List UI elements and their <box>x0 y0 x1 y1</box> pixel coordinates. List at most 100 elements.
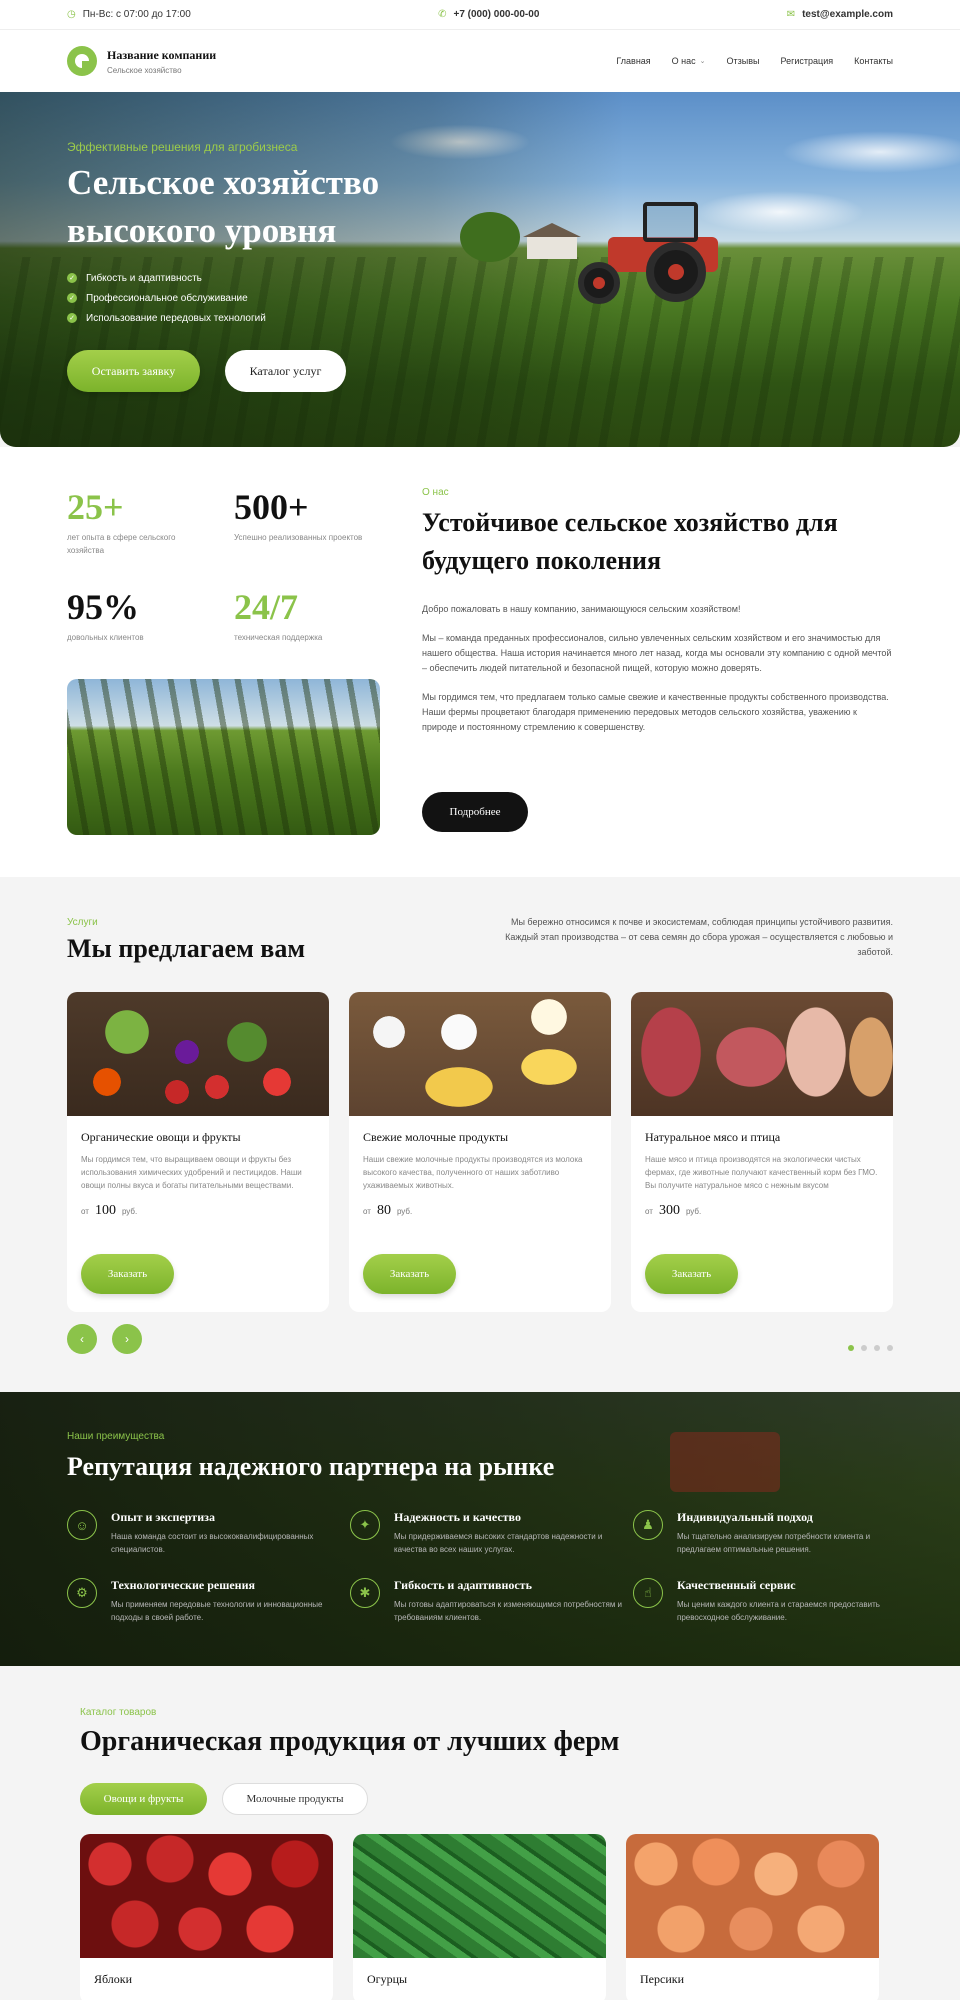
services-description: Мы бережно относимся к почве и экосистем… <box>505 917 893 957</box>
nav-item-contacts[interactable]: Контакты <box>854 56 893 66</box>
advantage-text: Мы ценим каждого клиента и стараемся пре… <box>677 1600 880 1622</box>
advantages-title: Репутация надежного партнера на рынке <box>67 1452 555 1481</box>
advantage-title: Технологические решения <box>111 1578 255 1592</box>
email-text: test@example.com <box>802 9 893 20</box>
price-value: 100 <box>94 1203 116 1218</box>
person-icon: ♟ <box>633 1510 663 1540</box>
price-currency: руб. <box>396 1207 413 1216</box>
nav-item-home[interactable]: Главная <box>616 56 650 66</box>
hero-feature-text: Гибкость и адаптивность <box>86 272 202 284</box>
advantages-section: Наши преимущества Репутация надежного па… <box>0 1392 960 1666</box>
tractor-cab <box>643 202 698 242</box>
expert-icon: ☺ <box>67 1510 97 1540</box>
nav-item-about[interactable]: О нас ⌄ <box>672 56 706 66</box>
service-card: Органические овощи и фрукты Мы гордимся … <box>67 992 329 1312</box>
hero-title-line2: высокого уровня <box>67 211 337 250</box>
hero-kicker: Эффективные решения для агробизнеса <box>67 140 298 154</box>
advantage-item: ♟ Индивидуальный подход Мы тщательно анал… <box>633 1510 893 1556</box>
hero-buttons: Оставить заявку Каталог услуг <box>67 350 379 392</box>
main-nav: Главная О нас ⌄ Отзывы Регистрация Контак… <box>616 56 893 66</box>
hero-content: Эффективные решения для агробизнеса Сель… <box>67 140 379 392</box>
stat-item: 500+ Успешно реализованных проектов <box>234 487 384 557</box>
stats-grid: 25+ лет опыта в сфере сельского хозяйств… <box>67 487 387 644</box>
advantage-title: Гибкость и адаптивность <box>394 1578 532 1592</box>
service-card: Свежие молочные продукты Наши свежие мол… <box>349 992 611 1312</box>
pagination-dot[interactable] <box>848 1345 854 1351</box>
field-photo <box>67 679 380 835</box>
phone-link[interactable]: ✆ +7 (000) 000-00-00 <box>438 9 539 20</box>
service-text: Наши свежие молочные продукты производят… <box>363 1155 583 1190</box>
hero-feature: ✓ Гибкость и адаптивность <box>67 268 379 288</box>
advantage-text: Мы придерживаемся высоких стандартов над… <box>394 1532 603 1554</box>
check-icon: ✓ <box>67 273 77 283</box>
farmhouse-image <box>523 223 581 259</box>
hero-banner: Эффективные решения для агробизнеса Сель… <box>0 92 960 447</box>
advantage-item: ⚙ Технологические решения Мы применяем пе… <box>67 1578 350 1624</box>
advantage-title: Индивидуальный подход <box>677 1510 813 1524</box>
clock-icon: ◷ <box>67 9 76 20</box>
logo-icon <box>67 46 97 76</box>
price-value: 80 <box>376 1203 391 1218</box>
pagination-dot[interactable] <box>887 1345 893 1351</box>
advantage-title: Качественный сервис <box>677 1578 796 1592</box>
nav-item-registration[interactable]: Регистрация <box>781 56 834 66</box>
about-text: О нас Устойчивое сельское хозяйство для … <box>422 487 892 735</box>
carousel-pagination <box>848 1345 893 1351</box>
gear-icon: ⚙ <box>67 1578 97 1608</box>
product-card[interactable]: Яблоки <box>80 1834 333 2000</box>
more-button[interactable]: Подробнее <box>422 792 528 832</box>
mail-icon: ✉ <box>786 9 796 20</box>
pagination-dot[interactable] <box>861 1345 867 1351</box>
service-title: Свежие молочные продукты <box>363 1130 509 1144</box>
product-name: Персики <box>640 1972 684 1986</box>
catalog-tabs: Овощи и фрукты Молочные продукты <box>80 1783 368 1815</box>
advantage-title: Опыт и экспертиза <box>111 1510 215 1524</box>
price-currency: руб. <box>685 1207 702 1216</box>
prev-arrow-icon[interactable]: ‹ <box>67 1324 97 1354</box>
chevron-down-icon: ⌄ <box>699 58 706 65</box>
peaches-photo <box>626 1834 879 1958</box>
phone-text: +7 (000) 000-00-00 <box>453 9 540 20</box>
stat-value: 500+ <box>234 487 309 527</box>
nav-item-about-label: О нас <box>671 56 696 66</box>
advantage-text: Наша команда состоит из высококвалифицир… <box>111 1532 314 1554</box>
tab-dairy[interactable]: Молочные продукты <box>222 1783 368 1815</box>
price-currency: руб. <box>121 1207 138 1216</box>
product-card[interactable]: Огурцы <box>353 1834 606 2000</box>
meat-photo <box>631 992 893 1116</box>
logo[interactable]: Название компании Сельское хозяйство <box>67 46 216 76</box>
request-button[interactable]: Оставить заявку <box>67 350 200 392</box>
catalog-title: Органическая продукция от лучших ферм <box>80 1726 620 1757</box>
advantage-item: ✱ Гибкость и адаптивность Мы готовы адапт… <box>350 1578 633 1624</box>
hero-feature: ✓ Использование передовых технологий <box>67 308 379 328</box>
email-link[interactable]: ✉ test@example.com <box>787 9 893 20</box>
services-section: Услуги Мы предлагаем вам Мы бережно отно… <box>0 877 960 1392</box>
about-paragraph: Мы гордимся тем, что предлагаем только с… <box>422 692 889 732</box>
services-catalog-button[interactable]: Каталог услуг <box>225 350 346 392</box>
advantage-item: ☝ Качественный сервис Мы ценим каждого кл… <box>633 1578 893 1624</box>
hero-title-line1: Сельское хозяйство <box>67 163 380 202</box>
phone-icon: ✆ <box>438 9 447 20</box>
order-button[interactable]: Заказать <box>363 1254 456 1294</box>
order-button[interactable]: Заказать <box>81 1254 174 1294</box>
hero-feature: ✓ Профессиональное обслуживание <box>67 288 379 308</box>
next-arrow-icon[interactable]: › <box>112 1324 142 1354</box>
price-prefix: от <box>81 1207 89 1216</box>
nav-item-reviews[interactable]: Отзывы <box>727 56 760 66</box>
service-text: Наше мясо и птица производятся на эколог… <box>645 1155 878 1190</box>
hero-feature-text: Использование передовых технологий <box>86 312 266 324</box>
price-prefix: от <box>645 1207 653 1216</box>
product-card[interactable]: Персики <box>626 1834 879 2000</box>
check-icon: ✓ <box>67 313 77 323</box>
price-prefix: от <box>363 1207 371 1216</box>
service-price: от 80 руб. <box>363 1203 597 1219</box>
order-button[interactable]: Заказать <box>645 1254 738 1294</box>
about-kicker: О нас <box>422 487 449 498</box>
product-name: Яблоки <box>94 1972 133 1986</box>
tab-vegetables-fruits[interactable]: Овощи и фрукты <box>80 1783 207 1815</box>
tree-image <box>460 212 520 262</box>
service-price: от 300 руб. <box>645 1203 879 1219</box>
pagination-dot[interactable] <box>874 1345 880 1351</box>
company-name: Название компании <box>107 47 217 62</box>
stat-label: Успешно реализованных проектов <box>234 533 363 542</box>
